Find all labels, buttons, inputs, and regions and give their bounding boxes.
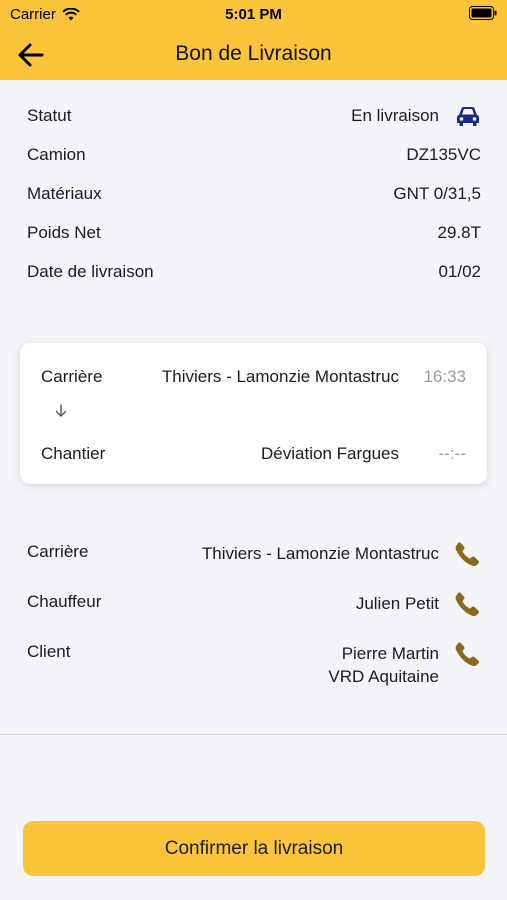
net-weight-value: 29.8T — [437, 223, 481, 242]
delivery-info: Statut En livraison Camion DZ135VC Matér… — [27, 100, 481, 295]
client-company: VRD Aquitaine — [328, 667, 439, 686]
confirm-delivery-button[interactable]: Confirmer la livraison — [23, 821, 485, 876]
client-name: Pierre Martin — [341, 644, 439, 663]
quarry-contact-value: Thiviers - Lamonzie Montastruc — [201, 544, 439, 563]
quarry-contact: Carrière Thiviers - Lamonzie Montastruc — [27, 538, 481, 588]
net-weight-row: Poids Net 29.8T — [27, 217, 481, 256]
header-bar: Carrier 5:01 PM Bon de Livraison — [0, 0, 507, 80]
phone-icon[interactable] — [453, 540, 481, 568]
status-row: Statut En livraison — [27, 100, 481, 139]
contacts-section: Carrière Thiviers - Lamonzie Montastruc … — [27, 538, 481, 688]
navigation-bar: Bon de Livraison — [0, 32, 507, 76]
route-card: Carrière Thiviers - Lamonzie Montastruc … — [20, 343, 487, 484]
phone-icon[interactable] — [453, 640, 481, 668]
client-contact-value: Pierre Martin VRD Aquitaine — [328, 642, 439, 688]
battery-icon — [469, 6, 497, 20]
origin-time: 16:33 — [423, 367, 466, 386]
origin-label: Carrière — [41, 367, 103, 386]
client-contact: Client Pierre Martin VRD Aquitaine — [27, 638, 481, 688]
materials-row: Matériaux GNT 0/31,5 — [27, 178, 481, 217]
net-weight-label: Poids Net — [27, 223, 101, 242]
car-icon — [457, 107, 479, 126]
status-label: Statut — [27, 106, 72, 125]
truck-row: Camion DZ135VC — [27, 139, 481, 178]
client-contact-label: Client — [27, 642, 71, 661]
driver-contact-value: Julien Petit — [355, 594, 439, 613]
quarry-contact-label: Carrière — [27, 542, 89, 561]
truck-value: DZ135VC — [406, 145, 481, 164]
clock: 5:01 PM — [225, 6, 282, 23]
materials-label: Matériaux — [27, 184, 102, 203]
status-value: En livraison — [351, 106, 439, 125]
delivery-date-value: 01/02 — [438, 262, 481, 281]
page-title: Bon de Livraison — [175, 42, 332, 65]
driver-contact-label: Chauffeur — [27, 592, 102, 611]
delivery-date-label: Date de livraison — [27, 262, 154, 281]
destination-place: Déviation Fargues — [261, 444, 399, 463]
destination-label: Chantier — [41, 444, 106, 463]
driver-contact: Chauffeur Julien Petit — [27, 588, 481, 638]
phone-icon[interactable] — [453, 590, 481, 618]
origin-place: Thiviers - Lamonzie Montastruc — [161, 367, 399, 386]
materials-value: GNT 0/31,5 — [393, 184, 481, 203]
arrow-down-icon — [55, 404, 67, 417]
divider — [0, 734, 507, 735]
truck-label: Camion — [27, 145, 86, 164]
status-bar: Carrier 5:01 PM — [0, 0, 507, 28]
destination-time: --:-- — [438, 444, 466, 463]
delivery-date-row: Date de livraison 01/02 — [27, 256, 481, 295]
